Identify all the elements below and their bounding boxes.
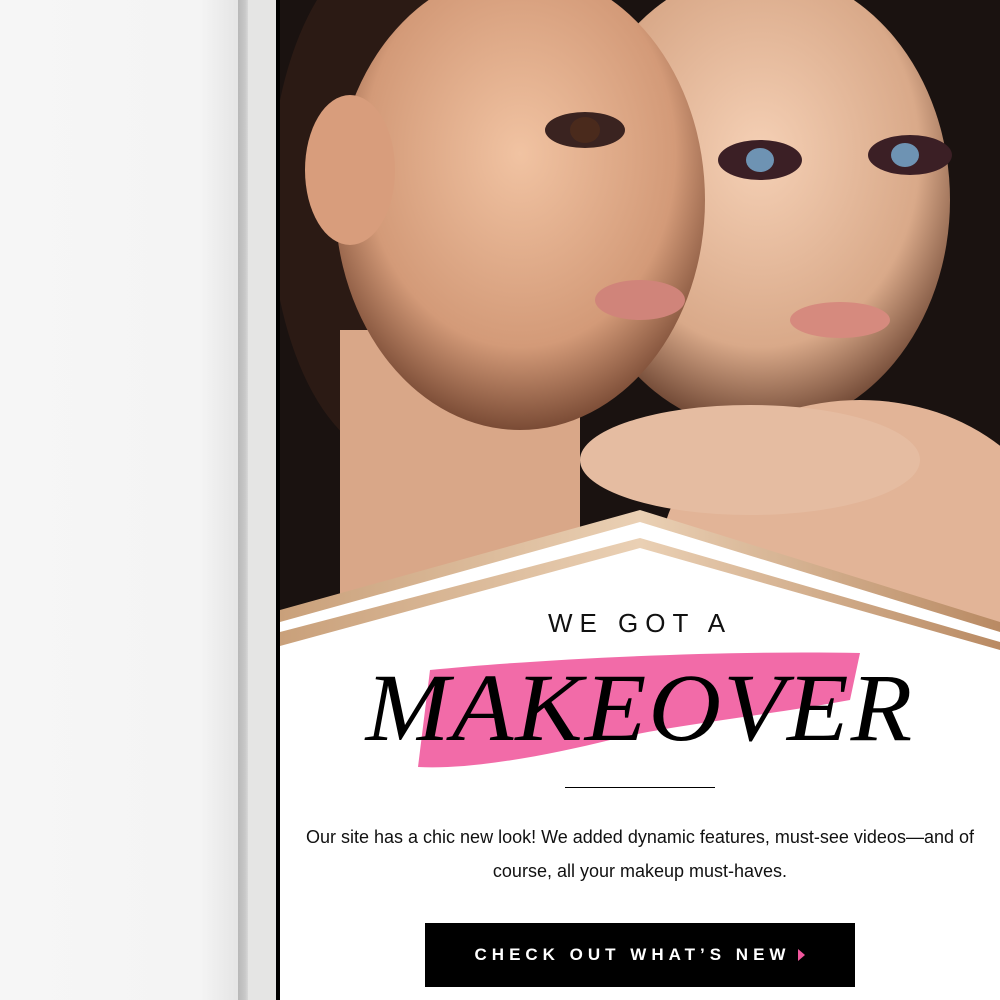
background (0, 0, 238, 1000)
email-screen: WE GOT A MAKEOVER Our site has a chic ne… (280, 0, 1000, 1000)
device-frame-bar (238, 0, 248, 1000)
cta-label: CHECK OUT WHAT’S NEW (474, 945, 791, 964)
body-text: Our site has a chic new look! We added d… (305, 827, 974, 881)
caret-right-icon (798, 949, 806, 961)
divider (565, 787, 715, 788)
check-out-whats-new-button[interactable]: CHECK OUT WHAT’S NEW (425, 923, 855, 987)
title: MAKEOVER (365, 654, 915, 761)
device-bezel (248, 0, 276, 1000)
hero-image (280, 0, 1000, 650)
headline: WE GOT A (547, 608, 733, 638)
